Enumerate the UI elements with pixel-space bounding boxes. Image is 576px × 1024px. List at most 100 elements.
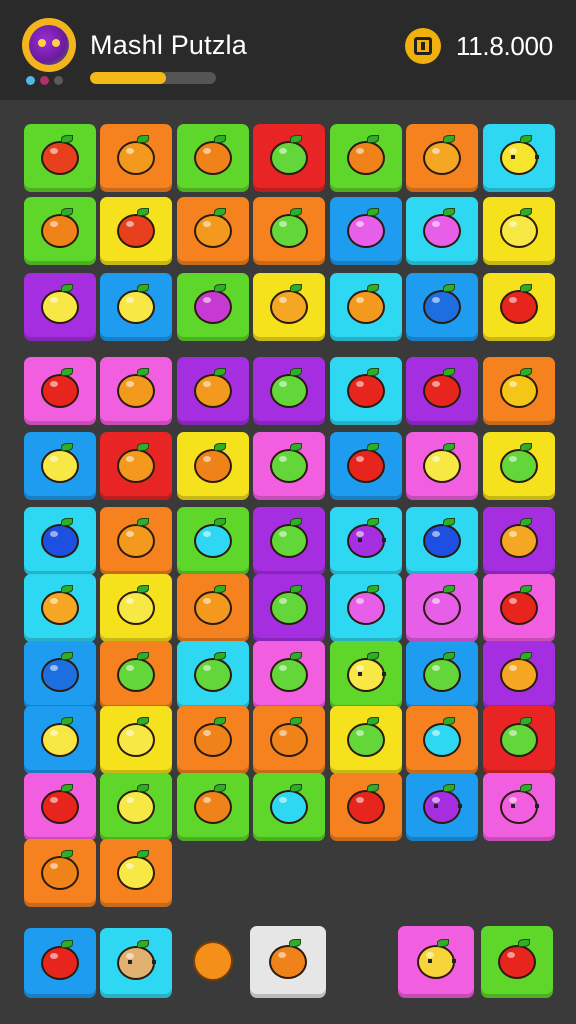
tray-slot[interactable] [398, 926, 474, 998]
board-tile[interactable] [406, 273, 478, 341]
lemon-icon [41, 443, 79, 483]
carrot-icon [194, 443, 232, 483]
board-tile[interactable] [483, 432, 555, 500]
board-tile[interactable] [253, 124, 325, 192]
board-tile[interactable] [406, 773, 478, 841]
orange-icon [194, 135, 232, 175]
board-tile[interactable] [330, 507, 402, 575]
board-tile[interactable] [483, 706, 555, 774]
board-tile[interactable] [100, 124, 172, 192]
lemon-icon [117, 717, 155, 757]
board-tile[interactable] [330, 197, 402, 265]
board-tile[interactable] [100, 197, 172, 265]
board-tile[interactable] [406, 357, 478, 425]
board-tile[interactable] [330, 124, 402, 192]
board-tile[interactable] [100, 839, 172, 907]
board-tile[interactable] [100, 507, 172, 575]
board-tile[interactable] [177, 273, 249, 341]
board-tile[interactable] [100, 357, 172, 425]
board-tile[interactable] [253, 273, 325, 341]
board-tile[interactable] [253, 773, 325, 841]
board-tile[interactable] [330, 574, 402, 642]
board-tile[interactable] [406, 641, 478, 709]
lemon-icon [500, 208, 538, 248]
leaf-fruit-icon [500, 443, 538, 483]
orange-icon [41, 585, 79, 625]
board-tile[interactable] [330, 273, 402, 341]
board-tile[interactable] [177, 706, 249, 774]
board-tile[interactable] [177, 773, 249, 841]
pepper-icon [347, 368, 385, 408]
plum-icon [194, 284, 232, 324]
orange-icon[interactable] [193, 941, 233, 981]
board-tile[interactable] [24, 574, 96, 642]
board-tile[interactable] [24, 706, 96, 774]
board-tile[interactable] [100, 432, 172, 500]
board-tile[interactable] [406, 507, 478, 575]
board-tile[interactable] [253, 197, 325, 265]
board-tile[interactable] [24, 273, 96, 341]
cat-icon [417, 939, 456, 979]
board-tile[interactable] [253, 574, 325, 642]
tray-slot[interactable] [24, 928, 96, 998]
board-tile[interactable] [483, 574, 555, 642]
board-tile[interactable] [330, 357, 402, 425]
board-tile[interactable] [406, 124, 478, 192]
board-tile[interactable] [406, 574, 478, 642]
board-tile[interactable] [100, 574, 172, 642]
board-tile[interactable] [24, 432, 96, 500]
orange-icon [117, 443, 155, 483]
board-tile[interactable] [483, 641, 555, 709]
board-tile[interactable] [177, 432, 249, 500]
board-tile[interactable] [253, 706, 325, 774]
orange-icon [194, 784, 232, 824]
board-tile[interactable] [24, 197, 96, 265]
grape-face-icon [347, 518, 386, 558]
board-tile[interactable] [253, 432, 325, 500]
board-tile[interactable] [24, 641, 96, 709]
board-tile[interactable] [177, 124, 249, 192]
board-tile[interactable] [483, 273, 555, 341]
board-tile[interactable] [330, 706, 402, 774]
board-tile[interactable] [177, 197, 249, 265]
board-tile[interactable] [330, 432, 402, 500]
apple-icon [117, 652, 155, 692]
apple-icon [500, 717, 538, 757]
board-tile[interactable] [177, 507, 249, 575]
board-tile[interactable] [177, 357, 249, 425]
apple-icon [270, 652, 308, 692]
board-tile[interactable] [253, 507, 325, 575]
tray-slot[interactable] [100, 928, 172, 998]
board-tile[interactable] [406, 432, 478, 500]
lemon-icon [117, 284, 155, 324]
apple-icon [347, 717, 385, 757]
carrot-icon [41, 208, 79, 248]
board-tile[interactable] [330, 641, 402, 709]
board-tile[interactable] [330, 773, 402, 841]
leaf-fruit-icon [270, 368, 308, 408]
board-tile[interactable] [253, 357, 325, 425]
tray-slot[interactable] [481, 926, 553, 998]
board-tile[interactable] [483, 124, 555, 192]
board-tile[interactable] [177, 641, 249, 709]
board-tile[interactable] [177, 574, 249, 642]
board-tile[interactable] [483, 773, 555, 841]
board-tile[interactable] [406, 706, 478, 774]
board-tile[interactable] [24, 357, 96, 425]
board-tile[interactable] [100, 706, 172, 774]
board-tile[interactable] [100, 641, 172, 709]
board-tile[interactable] [483, 197, 555, 265]
board-tile[interactable] [406, 197, 478, 265]
board-tile[interactable] [24, 773, 96, 841]
tray-slot[interactable] [250, 926, 326, 998]
bear-icon [117, 940, 156, 980]
board-tile[interactable] [24, 839, 96, 907]
board-tile[interactable] [24, 507, 96, 575]
board-tile[interactable] [100, 773, 172, 841]
board-tile[interactable] [483, 507, 555, 575]
board-tile[interactable] [483, 357, 555, 425]
board-tile[interactable] [100, 273, 172, 341]
board-tile[interactable] [24, 124, 96, 192]
carrot-icon [41, 850, 79, 890]
board-tile[interactable] [253, 641, 325, 709]
